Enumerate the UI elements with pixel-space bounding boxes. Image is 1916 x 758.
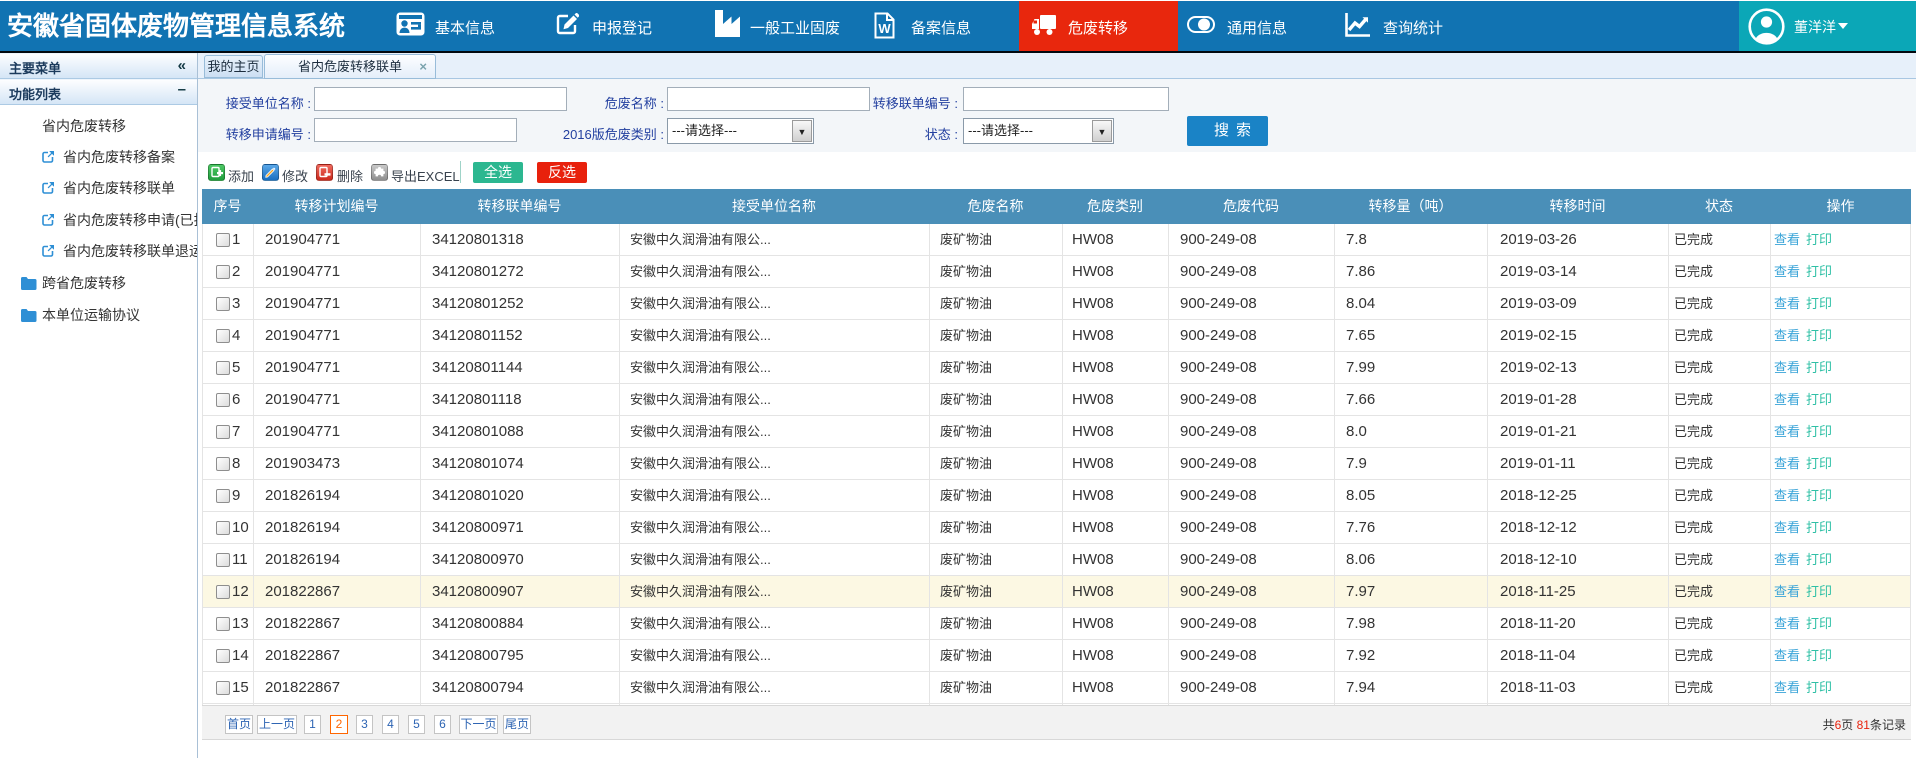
- svg-text:W: W: [878, 21, 891, 36]
